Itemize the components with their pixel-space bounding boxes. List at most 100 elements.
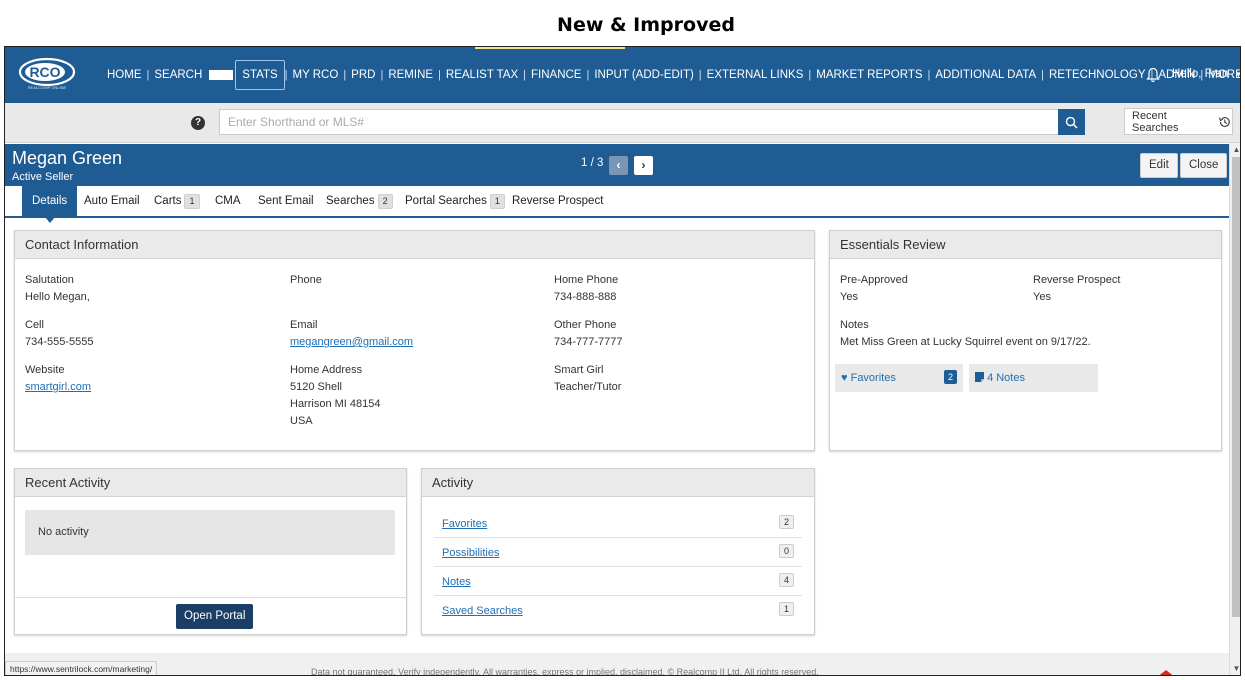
activity-count: 1: [778, 602, 794, 616]
tab-searches[interactable]: Searches 2: [316, 186, 403, 216]
activity-link-possibilities[interactable]: Possibilities: [442, 547, 499, 559]
notes-field: Notes Met Miss Green at Lucky Squirrel e…: [840, 319, 1091, 348]
activity-row: Saved Searches 1: [434, 596, 802, 625]
nav-prd[interactable]: PRD: [346, 60, 380, 90]
chevron-right-icon: ›: [641, 158, 646, 172]
activity-panel: Activity Favorites 2 Possibilities 0 Not…: [421, 468, 815, 635]
tab-portal-searches[interactable]: Portal Searches 1: [395, 186, 515, 216]
tab-reverse-prospect[interactable]: Reverse Prospect: [502, 186, 613, 216]
edit-button[interactable]: Edit: [1140, 153, 1178, 178]
contact-header: Megan Green Active Seller 1 / 3 ‹ › Edit…: [5, 144, 1229, 186]
highlight-line: [475, 47, 625, 49]
activity-link-saved-searches[interactable]: Saved Searches: [442, 605, 523, 617]
home-address-field: Home Address 5120 Shell Harrison MI 4815…: [290, 364, 381, 427]
tab-badge: 2: [377, 194, 393, 209]
search-bar: ? Recent Searches: [5, 103, 1240, 143]
panel-title: Recent Activity: [15, 469, 406, 497]
top-nav: RCO REALCOMP ONLINE HOME | SEARCH STATS …: [5, 47, 1240, 103]
slide-title: New & Improved: [557, 14, 735, 36]
nav-hidden-item: [209, 70, 234, 80]
search-icon: [1065, 116, 1078, 129]
cell-field: Cell 734-555-5555: [25, 319, 94, 348]
activity-count: 2: [778, 515, 794, 529]
activity-link-favorites[interactable]: Favorites: [442, 518, 487, 530]
nav-retechnology[interactable]: RETECHNOLOGY: [1044, 60, 1151, 90]
scroll-up-icon[interactable]: ▲: [1232, 145, 1240, 154]
pre-approved-field: Pre-Approved Yes: [840, 274, 908, 303]
contact-information-panel: Contact Information Salutation Hello Meg…: [14, 230, 815, 451]
next-button[interactable]: ›: [634, 156, 653, 175]
scroll-down-icon[interactable]: ▼: [1232, 664, 1240, 673]
essentials-review-panel: Essentials Review Pre-Approved Yes Rever…: [829, 230, 1222, 451]
nav-my-rco[interactable]: MY RCO: [288, 60, 344, 90]
activity-link-notes[interactable]: Notes: [442, 576, 471, 588]
previous-button[interactable]: ‹: [609, 156, 628, 175]
pager-text: 1 / 3: [581, 157, 604, 169]
history-icon: [1219, 116, 1231, 127]
bell-icon[interactable]: [1146, 67, 1160, 83]
home-phone-field: Home Phone 734-888-888: [554, 274, 619, 303]
nav-menu: HOME | SEARCH STATS | MY RCO | PRD | REM…: [102, 60, 1240, 90]
svg-text:RCO: RCO: [29, 64, 60, 80]
panel-title: Essentials Review: [830, 231, 1221, 259]
scrollbar-thumb[interactable]: [1232, 157, 1240, 617]
tab-badge: 1: [184, 194, 200, 209]
favorites-count: 2: [943, 370, 957, 384]
panel-title: Activity: [422, 469, 814, 497]
rco-logo[interactable]: RCO REALCOMP ONLINE: [18, 57, 76, 91]
panel-footer: Open Portal: [15, 597, 406, 635]
company-field: Smart Girl Teacher/Tutor: [554, 364, 622, 393]
favorites-tile[interactable]: ♥ Favorites 2: [835, 364, 963, 392]
email-field: Email megangreen@gmail.com: [290, 319, 414, 348]
nav-home[interactable]: HOME: [102, 60, 147, 90]
panel-title: Contact Information: [15, 231, 814, 259]
email-link[interactable]: megangreen@gmail.com: [290, 336, 413, 348]
other-phone-field: Other Phone 734-777-7777: [554, 319, 623, 348]
user-greeting: Hello, Fran: [1172, 68, 1229, 80]
close-button[interactable]: Close: [1180, 153, 1228, 178]
phone-field: Phone: [290, 274, 322, 286]
website-field: Website smartgirl.com: [25, 364, 92, 393]
help-icon[interactable]: ?: [191, 116, 205, 130]
search-button[interactable]: [1058, 109, 1085, 135]
vertical-scrollbar[interactable]: ▲ ▼: [1229, 143, 1240, 675]
user-menu[interactable]: Hello, Fran ▼: [1172, 68, 1240, 80]
website-link[interactable]: smartgirl.com: [25, 381, 91, 393]
activity-count: 0: [778, 544, 794, 558]
nav-realist-tax[interactable]: REALIST TAX: [441, 60, 523, 90]
tab-carts[interactable]: Carts 1: [144, 186, 210, 216]
nav-market-reports[interactable]: MARKET REPORTS: [811, 60, 927, 90]
reverse-prospect-field: Reverse Prospect Yes: [1033, 274, 1121, 303]
activity-row: Notes 4: [434, 567, 802, 596]
note-icon: [975, 372, 984, 382]
recent-searches-label: Recent Searches: [1132, 109, 1179, 134]
footer-disclaimer: Data not guaranteed. Verify independentl…: [311, 667, 819, 676]
recent-searches-button[interactable]: Recent Searches: [1124, 108, 1233, 135]
nav-finance[interactable]: FINANCE: [526, 60, 586, 90]
caret-down-icon: ▼: [1234, 70, 1240, 79]
activity-row: Favorites 2: [434, 509, 802, 538]
chevron-left-icon: ‹: [616, 158, 621, 172]
red-shape-icon: [1159, 670, 1173, 675]
nav-search[interactable]: SEARCH: [149, 60, 207, 90]
search-input[interactable]: [219, 109, 1059, 135]
nav-remine[interactable]: REMINE: [383, 60, 438, 90]
nav-stats[interactable]: STATS: [235, 60, 285, 90]
tab-cma[interactable]: CMA: [205, 186, 251, 216]
contact-tabs: Details Auto Email Carts 1 CMA Sent Email…: [5, 186, 1229, 223]
recent-activity-panel: Recent Activity No activity Open Portal: [14, 468, 407, 635]
tab-details[interactable]: Details: [22, 186, 78, 223]
nav-input-add-edit[interactable]: INPUT (ADD-EDIT): [589, 60, 698, 90]
status-bar-url: https://www.sentrilock.com/marketing/: [5, 661, 158, 675]
open-portal-button[interactable]: Open Portal: [176, 604, 254, 629]
contact-status: Active Seller: [12, 171, 74, 183]
nav-additional-data[interactable]: ADDITIONAL DATA: [930, 60, 1041, 90]
tab-sent-email[interactable]: Sent Email: [248, 186, 324, 216]
contact-name: Megan Green: [12, 148, 123, 168]
svg-text:REALCOMP ONLINE: REALCOMP ONLINE: [28, 85, 67, 90]
notes-tile[interactable]: 4 Notes: [969, 364, 1098, 392]
activity-row: Possibilities 0: [434, 538, 802, 567]
tab-auto-email[interactable]: Auto Email: [74, 186, 150, 216]
heart-icon: ♥: [841, 372, 848, 384]
nav-external-links[interactable]: EXTERNAL LINKS: [702, 60, 809, 90]
